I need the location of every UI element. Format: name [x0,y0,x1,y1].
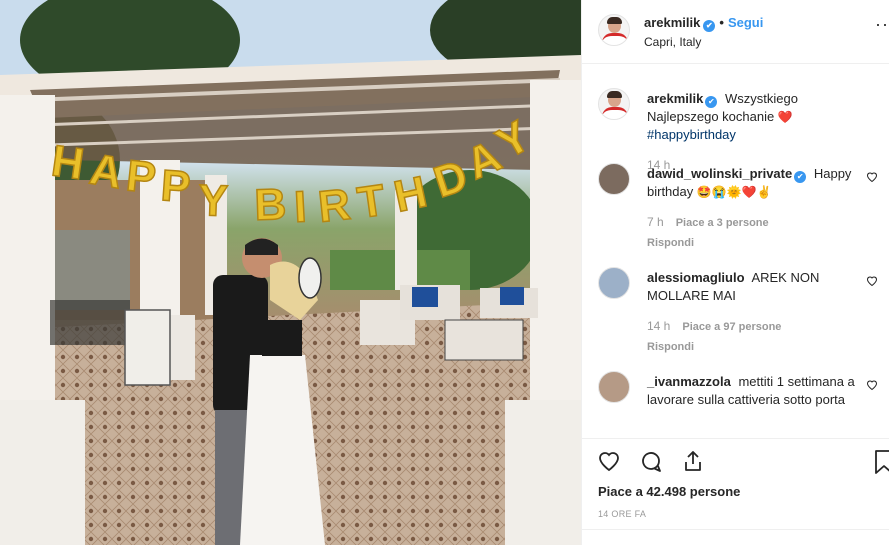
svg-text:I: I [293,182,308,232]
heart-icon[interactable] [596,449,622,476]
comment-avatar[interactable] [598,371,630,403]
post-photo[interactable]: H A P P Y B I R T H D A Y [0,0,581,545]
share-icon[interactable] [680,449,706,476]
more-options-icon[interactable]: ·· [875,14,889,35]
svg-text:H: H [49,136,87,189]
post-location[interactable]: Capri, Italy [644,35,701,49]
reply-button[interactable]: Rispondi [647,234,872,252]
follow-button[interactable]: Segui [728,15,763,30]
verified-badge-icon: ✔ [703,20,716,32]
author-username[interactable]: arekmilik [644,15,700,30]
comment-time[interactable]: 14 h [647,319,670,333]
svg-text:B: B [254,180,287,230]
comment-username[interactable]: dawid_wolinski_private [647,166,792,181]
add-comment-area[interactable] [582,529,889,545]
comment-avatar[interactable] [598,88,630,120]
svg-text:T: T [355,176,389,228]
comment-like-heart-icon[interactable] [866,275,878,287]
separator-dot: • [719,15,724,30]
comment-emoji: 🤩😭🌞❤️✌ [696,185,772,199]
comment-username[interactable]: arekmilik [647,91,703,106]
hashtag-link[interactable]: #happybirthday [647,127,736,142]
likes-count[interactable]: Piace a 42.498 persone [598,484,740,499]
comment-icon[interactable] [638,449,664,476]
heart-emoji: ❤️ [777,110,793,124]
verified-badge-icon: ✔ [794,171,807,183]
reply-button[interactable]: Rispondi [647,338,872,356]
post-side-panel: arekmilik ✔ • Segui Capri, Italy ·· arekmil… [581,0,889,545]
author-line: arekmilik ✔ • Segui [644,15,763,32]
post-header: arekmilik ✔ • Segui Capri, Italy ·· [582,0,889,64]
comment-likes[interactable]: Piace a 3 persone [676,217,769,229]
svg-text:P: P [159,161,192,212]
comment-username[interactable]: alessiomagliulo [647,270,745,285]
comments-list[interactable]: arekmilik ✔ Wszystkiego Najlepszego kocha… [582,76,889,438]
verified-badge-icon: ✔ [705,96,718,108]
comment-like-heart-icon[interactable] [866,379,878,391]
photo-scene: H A P P Y B I R T H D A Y [0,0,581,545]
comment-avatar[interactable] [598,163,630,195]
post-actions: Piace a 42.498 persone 14 ORE FA [582,438,889,545]
comment-avatar[interactable] [598,267,630,299]
svg-text:R: R [316,180,353,232]
comment-likes[interactable]: Piace a 97 persone [682,321,781,333]
post-timestamp[interactable]: 14 ORE FA [598,509,646,519]
svg-text:Y: Y [198,176,229,226]
bookmark-icon[interactable] [874,449,889,478]
svg-text:P: P [124,151,158,203]
comment-like-heart-icon[interactable] [866,171,878,183]
author-avatar[interactable] [598,14,630,46]
comment-time[interactable]: 7 h [647,215,664,229]
comment-username[interactable]: _ivanmazzola [647,374,731,389]
